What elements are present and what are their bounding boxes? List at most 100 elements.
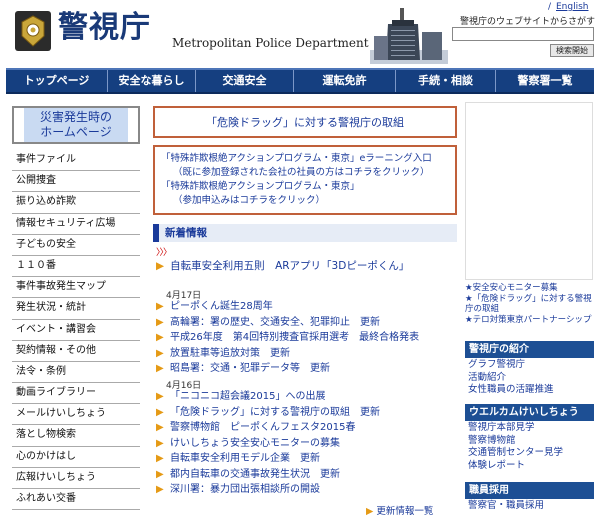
arrow-bullet-icon: ▶ bbox=[156, 484, 164, 495]
news-item-text: 平成26年度 第4回特別捜査官採用選考 最終合格発表 bbox=[170, 332, 420, 343]
news-item[interactable]: ▶ 放置駐車等追放対策 更新 bbox=[156, 346, 419, 362]
more-news-text: 更新情報一覧 bbox=[376, 506, 434, 517]
sidebar-item-info-security[interactable]: 情報セキュリティ広場 bbox=[12, 214, 140, 235]
right-link-text: 安全安心モニター募集 bbox=[472, 283, 558, 293]
nav-top-page[interactable]: トップページ bbox=[6, 70, 108, 92]
section-link[interactable]: グラフ警視庁 bbox=[468, 359, 594, 372]
news-item[interactable]: ▶ けいしちょう安全安心モニターの募集 bbox=[156, 436, 380, 452]
arrow-bullet-icon: ▶ bbox=[156, 437, 164, 449]
right-link-drug[interactable]: ★「危険ドラッグ」に対する警視庁の取組 bbox=[465, 294, 595, 315]
disaster-banner-text: 災害発生時の ホームページ bbox=[24, 108, 128, 142]
fraud-elearning-link[interactable]: 「特殊詐欺根絶アクションプログラム・東京」eラーニング入口 bbox=[161, 152, 449, 166]
english-link[interactable]: English bbox=[556, 2, 589, 12]
arrow-bullet-icon: ▶ bbox=[156, 422, 164, 433]
sidebar-item-contracts[interactable]: 契約情報・その他 bbox=[12, 341, 140, 362]
global-nav: トップページ 安全な暮らし 交通安全 運転免許 手続・相談 警察署一覧 bbox=[6, 68, 594, 94]
star-icon: ★ bbox=[465, 283, 473, 293]
news-item[interactable]: ▶ 平成26年度 第4回特別捜査官採用選考 最終合格発表 bbox=[156, 330, 419, 346]
sidebar-item-mail[interactable]: メールけいしちょう bbox=[12, 404, 140, 426]
section-link[interactable]: 警視庁本部見学 bbox=[468, 422, 594, 435]
search-button[interactable]: 検索開始 bbox=[550, 44, 594, 57]
police-emblem-icon[interactable] bbox=[14, 10, 52, 52]
section-link[interactable]: 交通管制センター見学 bbox=[468, 447, 594, 460]
section-link[interactable]: 警察官・職員採用 bbox=[468, 500, 594, 513]
sidebar-item-laws[interactable]: 法令・条例 bbox=[12, 362, 140, 384]
section-list-recruitment: 警察官・職員採用 bbox=[468, 500, 594, 513]
news-item[interactable]: ▶ 都内自転車の交通事故発生状況 更新 bbox=[156, 467, 380, 483]
news-item[interactable]: ▶ 「ニコニコ超会議2015」への出展 bbox=[156, 389, 380, 405]
more-news-link[interactable]: ▶ 更新情報一覧 bbox=[366, 503, 433, 517]
fraud-program-note[interactable]: （参加申込みはコチラをクリック） bbox=[161, 194, 449, 208]
nav-procedures-consultation[interactable]: 手続・相談 bbox=[396, 70, 496, 92]
news-item-text: 深川署：暴力団出張相談所の開設 bbox=[170, 484, 320, 495]
sidebar-item-events[interactable]: イベント・講習会 bbox=[12, 320, 140, 341]
section-list-welcome: 警視庁本部見学 警察博物館 交通管制センター見学 体験レポート bbox=[468, 422, 594, 472]
section-link[interactable]: 女性職員の活躍推進 bbox=[468, 384, 594, 397]
sidebar-item-case-files[interactable]: 事件ファイル bbox=[12, 150, 140, 172]
disaster-homepage-banner[interactable]: 災害発生時の ホームページ bbox=[12, 106, 140, 144]
english-slash: / bbox=[548, 2, 552, 12]
sidebar-item-incident-map[interactable]: 事件事故発生マップ bbox=[12, 277, 140, 299]
star-icon: ★ bbox=[465, 314, 473, 325]
nav-police-stations[interactable]: 警察署一覧 bbox=[496, 70, 594, 92]
site-logo-en: Metropolitan Police Department bbox=[172, 36, 369, 50]
news-item-text: 都内自転車の交通事故発生状況 更新 bbox=[170, 468, 340, 480]
sidebar-item-video-library[interactable]: 動画ライブラリー bbox=[12, 383, 140, 405]
news-heading: 新着情報 bbox=[153, 224, 457, 242]
search-input[interactable] bbox=[452, 27, 594, 41]
news-item-text: 昭島署：交通・犯罪データ等 更新 bbox=[170, 363, 330, 374]
news-item-text: ピーポくん誕生28周年 bbox=[170, 301, 273, 312]
section-list-introduction: グラフ警視庁 活動紹介 女性職員の活躍推進 bbox=[468, 359, 594, 397]
section-title-recruitment[interactable]: 職員採用 bbox=[465, 482, 594, 499]
fraud-elearning-note[interactable]: （既に参加登録された会社の社員の方はコチラをクリック） bbox=[161, 166, 449, 180]
nav-traffic-safety[interactable]: 交通安全 bbox=[196, 70, 294, 92]
news-item[interactable]: ▶ 深川署：暴力団出張相談所の開設 bbox=[156, 482, 380, 498]
news-item[interactable]: ▶ ピーポくん誕生28周年 bbox=[156, 299, 419, 315]
arrow-bullet-icon: ▶ bbox=[156, 468, 164, 480]
arrow-bullet-icon: ▶ bbox=[156, 332, 164, 343]
sidebar-item-transfer-fraud[interactable]: 振り込め詐欺 bbox=[12, 192, 140, 214]
featured-news-item[interactable]: ▶ 自転車安全利用五則 ARアプリ「3Dピーポくん」 bbox=[156, 258, 409, 273]
search-label: 警視庁のウェブサイトからさがす bbox=[460, 17, 596, 27]
drug-banner-link[interactable]: 「危険ドラッグ」に対する警視庁の取組 bbox=[206, 114, 404, 130]
news-item[interactable]: ▶ 警察博物館 ピーポくんフェスタ2015春 bbox=[156, 420, 380, 436]
news-item[interactable]: ▶ 自転車安全利用モデル企業 更新 bbox=[156, 451, 380, 467]
section-link[interactable]: 活動紹介 bbox=[468, 372, 594, 385]
news-item-text: 警察博物館 ピーポくんフェスタ2015春 bbox=[170, 422, 356, 433]
news-item-text: 高輪署：署の歴史、交通安全、犯罪抑止 更新 bbox=[170, 316, 380, 328]
news-list-0416: ▶ 「ニコニコ超会議2015」への出展 ▶ 「危険ドラッグ」に対する警視庁の取組 更… bbox=[156, 389, 380, 498]
section-link[interactable]: 体験レポート bbox=[468, 460, 594, 473]
section-title-welcome[interactable]: ウエルカムけいしちょう bbox=[465, 404, 594, 421]
disaster-banner-line-2: ホームページ bbox=[40, 125, 112, 139]
sidebar-item-koban[interactable]: ふれあい交番 bbox=[12, 489, 140, 511]
right-link-terror[interactable]: ★テロ対策東京パートナーシップ bbox=[465, 315, 595, 326]
sidebar-item-statistics[interactable]: 発生状況・統計 bbox=[12, 298, 140, 320]
disaster-banner-line-1: 災害発生時の bbox=[39, 110, 112, 124]
sidebar-item-public-investigation[interactable]: 公開捜査 bbox=[12, 171, 140, 193]
nav-safe-living[interactable]: 安全な暮らし bbox=[108, 70, 196, 92]
sidebar-item-pr[interactable]: 広報けいしちょう bbox=[12, 468, 140, 489]
fraud-program-link[interactable]: 「特殊詐欺根絶アクションプログラム・東京」 bbox=[161, 180, 449, 194]
nav-drivers-license[interactable]: 運転免許 bbox=[294, 70, 396, 92]
sidebar-menu: 事件ファイル 公開捜査 振り込め詐欺 情報セキュリティ広場 子どもの安全 １１０… bbox=[12, 150, 140, 511]
sidebar-item-kokoro[interactable]: 心のかけはし bbox=[12, 447, 140, 468]
news-item[interactable]: ▶ 昭島署：交通・犯罪データ等 更新 bbox=[156, 361, 419, 377]
section-title-introduction[interactable]: 警視庁の紹介 bbox=[465, 341, 594, 358]
hq-building-image bbox=[370, 8, 448, 64]
sidebar-item-110[interactable]: １１０番 bbox=[12, 256, 140, 278]
fraud-program-box: 「特殊詐欺根絶アクションプログラム・東京」eラーニング入口 （既に参加登録された… bbox=[153, 145, 457, 215]
news-item[interactable]: ▶ 「危険ドラッグ」に対する警視庁の取組 更新 bbox=[156, 405, 380, 421]
arrow-bullet-icon: ▶ bbox=[366, 506, 374, 517]
news-list-0417: ▶ ピーポくん誕生28周年 ▶ 高輪署：署の歴史、交通安全、犯罪抑止 更新 ▶ 平成2… bbox=[156, 299, 419, 377]
chevron-right-icon: 〉〉〉 bbox=[156, 248, 172, 258]
sidebar-item-child-safety[interactable]: 子どもの安全 bbox=[12, 235, 140, 256]
sidebar-item-lost-items[interactable]: 落とし物検索 bbox=[12, 425, 140, 447]
right-link-monitor[interactable]: ★安全安心モニター募集 bbox=[465, 283, 595, 294]
arrow-bullet-icon: ▶ bbox=[156, 391, 164, 402]
site-logo-jp[interactable]: 警視庁 bbox=[58, 8, 151, 48]
arrow-bullet-icon: ▶ bbox=[156, 347, 164, 359]
news-item[interactable]: ▶ 高輪署：署の歴史、交通安全、犯罪抑止 更新 bbox=[156, 315, 419, 331]
section-link[interactable]: 警察博物館 bbox=[468, 435, 594, 448]
arrow-bullet-icon: ▶ bbox=[156, 316, 164, 328]
site-header: 警視庁 Metropolitan Police Department / Eng… bbox=[0, 0, 600, 66]
